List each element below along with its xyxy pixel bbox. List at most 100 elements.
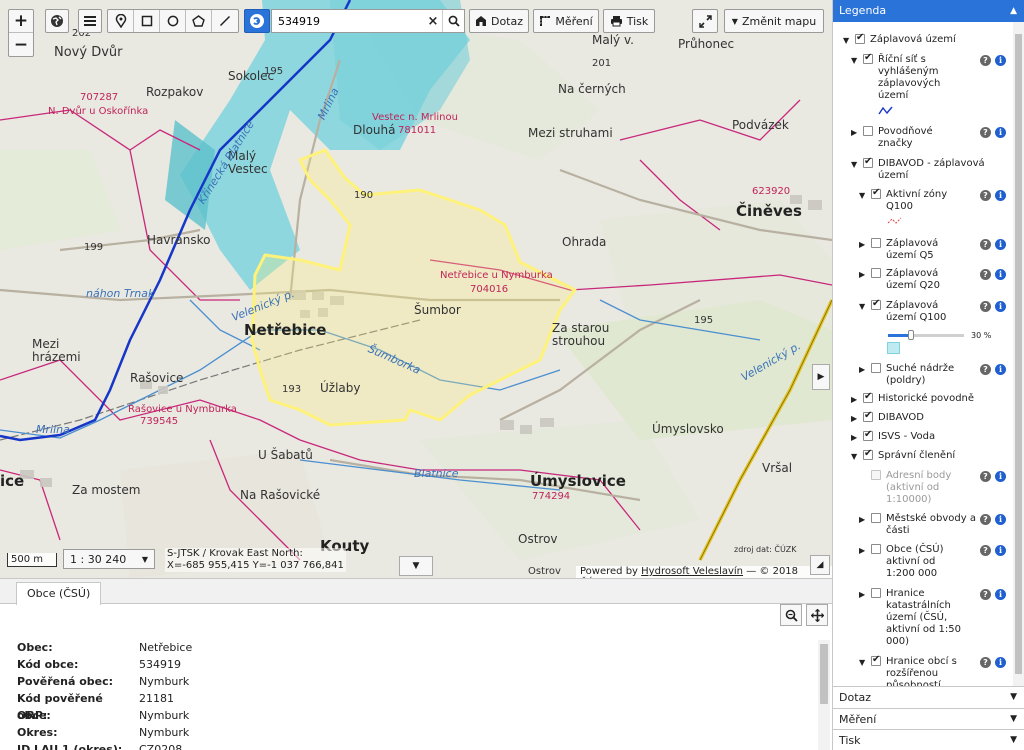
search-type-button[interactable] <box>244 9 270 33</box>
zoom-out-button[interactable]: − <box>9 33 33 56</box>
draw-circle-button[interactable] <box>160 10 187 32</box>
attribute-value: CZ0208 <box>139 743 183 750</box>
checkbox-q5[interactable] <box>871 238 881 248</box>
river-symbol-icon <box>878 106 893 115</box>
checkbox-povodnove-znacky[interactable] <box>863 126 873 136</box>
attribution-link[interactable]: Hydrosoft Veleslavín <box>641 566 743 577</box>
search-button[interactable] <box>442 10 464 32</box>
expand-toggle-icon[interactable]: ▶ <box>851 433 857 442</box>
help-icon[interactable]: ? <box>980 269 991 280</box>
expand-toggle-icon[interactable]: ▶ <box>859 365 865 374</box>
info-icon[interactable]: i <box>995 55 1006 66</box>
checkbox-aktivni-zony[interactable] <box>871 187 881 199</box>
change-map-button[interactable]: ▼ Změnit mapu <box>724 9 824 33</box>
accordion-tisk[interactable]: Tisk ▼ <box>833 729 1024 750</box>
help-icon[interactable]: ? <box>980 55 991 66</box>
info-icon[interactable]: i <box>995 127 1006 138</box>
info-icon[interactable]: i <box>995 364 1006 375</box>
info-icon[interactable]: i <box>995 514 1006 525</box>
clear-search-icon[interactable]: × <box>424 14 442 29</box>
collapse-toggle-icon[interactable]: ▼ <box>859 658 865 667</box>
help-icon[interactable]: ? <box>980 545 991 556</box>
checkbox-suche-nadrze[interactable] <box>871 363 881 373</box>
resize-corner-button[interactable]: ◢ <box>810 555 830 575</box>
checkbox-ricni-sit[interactable] <box>863 52 873 64</box>
legend-item-hranice-obci: Hranice obcí s rozšířenou působností <box>886 656 957 686</box>
map-cadastre-704016: 704016 <box>470 284 509 295</box>
collapse-toggle-icon[interactable]: ▼ <box>851 452 857 461</box>
help-icon[interactable]: ? <box>980 657 991 668</box>
help-icon[interactable]: ? <box>980 589 991 600</box>
draw-polygon-button[interactable] <box>186 10 213 32</box>
collapse-toggle-icon[interactable]: ▼ <box>859 302 865 311</box>
expand-toggle-icon[interactable]: ▶ <box>851 414 857 423</box>
checkbox-q100[interactable] <box>871 298 881 310</box>
draw-point-button[interactable] <box>108 10 135 32</box>
checkbox-historicke[interactable] <box>863 391 873 403</box>
legend-scrollbar[interactable] <box>1013 22 1024 686</box>
collapse-legend-button[interactable]: ▶ <box>812 364 830 390</box>
expand-toggle-icon[interactable]: ▶ <box>851 395 857 404</box>
expand-toggle-icon[interactable]: ▶ <box>859 546 865 555</box>
collapse-toggle-icon[interactable]: ▼ <box>851 160 857 169</box>
expand-toggle-icon[interactable]: ▶ <box>859 515 865 524</box>
info-icon[interactable]: i <box>995 589 1006 600</box>
zoom-in-button[interactable]: + <box>9 10 33 33</box>
help-icon[interactable]: ? <box>980 301 991 312</box>
checkbox-spravni[interactable] <box>863 448 873 460</box>
checkbox-hranice-katastralnich[interactable] <box>871 588 881 598</box>
zoom-to-feature-button[interactable] <box>780 604 802 626</box>
collapse-toggle-icon[interactable]: ▼ <box>859 191 865 200</box>
help-icon[interactable]: ? <box>980 127 991 138</box>
help-icon[interactable]: ? <box>980 471 991 482</box>
legend-scrollbar-thumb[interactable] <box>1015 34 1022 674</box>
checkbox-mestske-obvody[interactable] <box>871 513 881 523</box>
expand-toggle-icon[interactable]: ▶ <box>859 270 865 279</box>
collapse-bottom-panel-button[interactable]: ▼ <box>399 556 433 576</box>
help-icon[interactable]: ? <box>980 514 991 525</box>
checkbox-obce[interactable] <box>871 544 881 554</box>
info-icon[interactable]: i <box>995 471 1006 482</box>
pan-to-feature-button[interactable] <box>806 604 828 626</box>
info-scrollbar[interactable] <box>818 640 830 750</box>
checkbox-isvs[interactable] <box>863 429 873 441</box>
expand-toggle-icon[interactable]: ▶ <box>859 590 865 599</box>
info-icon[interactable]: i <box>995 239 1006 250</box>
query-button[interactable]: Dotaz <box>469 9 529 33</box>
search-input[interactable] <box>272 11 424 31</box>
help-icon[interactable]: ? <box>980 239 991 250</box>
collapse-toggle-icon[interactable]: ▼ <box>843 36 849 45</box>
info-icon[interactable]: i <box>995 190 1006 201</box>
collapse-toggle-icon[interactable]: ▼ <box>851 56 857 65</box>
fullscreen-button[interactable] <box>692 9 718 33</box>
expand-toggle-icon[interactable]: ▶ <box>859 240 865 249</box>
info-icon[interactable]: i <box>995 269 1006 280</box>
info-icon[interactable]: i <box>995 301 1006 312</box>
map-view[interactable]: Nový Dvůr Rozpakov Sokolec Dlouhá Malý V… <box>0 0 832 578</box>
globe-button[interactable] <box>45 9 69 33</box>
measure-button[interactable]: Měření <box>533 9 599 33</box>
print-button[interactable]: Tisk <box>603 9 655 33</box>
checkbox-adresni-body[interactable] <box>871 470 881 480</box>
layers-menu-button[interactable] <box>78 9 102 33</box>
expand-toggle-icon[interactable]: ▶ <box>851 128 857 137</box>
checkbox-dibavod-zaplavova[interactable] <box>863 156 873 168</box>
info-icon[interactable]: i <box>995 657 1006 668</box>
checkbox-q20[interactable] <box>871 268 881 278</box>
draw-line-button[interactable] <box>212 10 238 32</box>
opacity-slider-track[interactable] <box>888 334 964 337</box>
draw-rectangle-button[interactable] <box>134 10 161 32</box>
help-icon[interactable]: ? <box>980 364 991 375</box>
info-icon[interactable]: i <box>995 545 1006 556</box>
opacity-slider-handle[interactable] <box>907 330 914 340</box>
checkbox-zaplavova-uzemi[interactable] <box>855 32 865 44</box>
tab-obce[interactable]: Obce (ČSÚ) <box>16 582 102 605</box>
help-icon[interactable]: ? <box>980 190 991 201</box>
scale-select[interactable]: 1 : 30 240 ▼ <box>63 549 155 569</box>
info-scrollbar-thumb[interactable] <box>820 644 828 704</box>
accordion-dotaz[interactable]: Dotaz ▼ <box>833 686 1024 707</box>
legend-header[interactable]: Legenda ▲ <box>833 0 1024 22</box>
checkbox-dibavod[interactable] <box>863 410 873 422</box>
accordion-mereni[interactable]: Měření ▼ <box>833 708 1024 729</box>
checkbox-hranice-obci[interactable] <box>871 654 881 666</box>
